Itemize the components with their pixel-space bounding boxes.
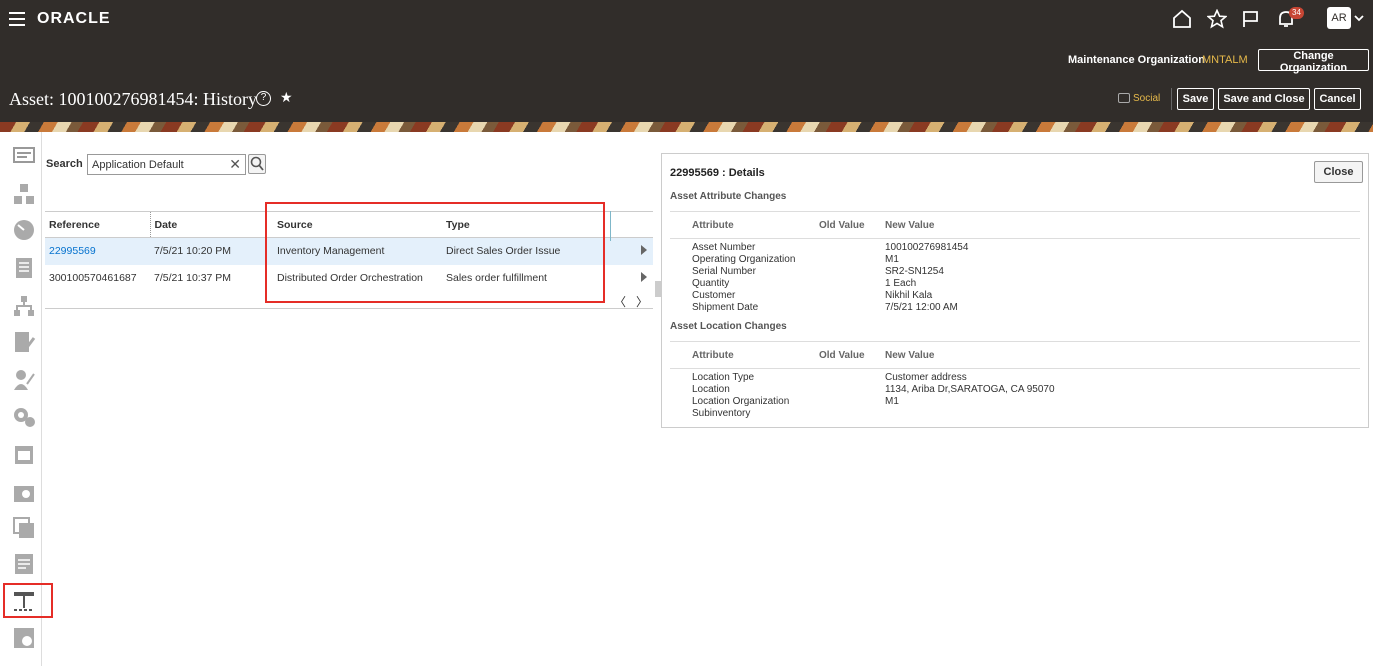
social-icon [1118,93,1130,104]
divider [670,341,1360,342]
location-attribute-name: Location [692,384,730,395]
help-icon[interactable]: ? [256,91,271,106]
save-button[interactable]: Save [1177,88,1214,110]
attribute-column-header: Attribute [692,350,734,361]
attribute-name: Asset Number [692,242,756,253]
page-title-asset: Asset: 100100276981454: [9,89,199,109]
structure-icon[interactable] [12,182,36,206]
details-title: 22995569 : Details [670,167,765,179]
save-and-close-button[interactable]: Save and Close [1218,88,1310,110]
old-value-column-header: Old Value [819,350,865,361]
attribute-new-value: 1 Each [885,278,917,289]
work-orders-icon[interactable] [12,368,36,392]
maintenance-org-value: MNTALM [1202,54,1248,66]
attribute-new-value: Nikhil Kala [885,290,933,301]
highlight-source-type-box [265,202,605,303]
attribute-new-value: M1 [885,254,899,265]
attribute-new-value: 7/5/21 12:00 AM [885,302,958,313]
copies-icon[interactable] [12,516,36,540]
page-title: Asset: 100100276981454: History [9,89,257,110]
oracle-logo: ORACLE [37,10,111,27]
details-panel: 22995569 : Details Close Asset Attribute… [661,153,1369,428]
attribute-name: Serial Number [692,266,756,277]
maintenance-org-label: Maintenance Organization [1068,54,1205,66]
settings-gears-icon[interactable] [12,404,36,428]
camera-icon[interactable] [12,480,36,504]
close-button[interactable]: Close [1314,161,1363,183]
table-bottom-border [45,308,653,309]
meter-icon[interactable] [12,218,36,242]
attribute-column-header: Attribute [692,220,734,231]
location-attribute-name: Location Type [692,372,755,383]
date-cell: 7/5/21 10:20 PM [150,237,273,265]
notes-icon[interactable] [12,330,36,354]
column-date[interactable]: Date [150,211,273,238]
reference-link[interactable]: 22995569 [45,237,150,265]
attribute-new-value: SR2-SN1254 [885,266,944,277]
location-attribute-name: Subinventory [692,408,751,419]
column-reference[interactable]: Reference [45,211,151,238]
analytics-icon[interactable] [12,626,36,650]
divider [670,368,1360,369]
attribute-name: Quantity [692,278,730,289]
location-new-value: Customer address [885,372,967,383]
row-expand-arrow-icon[interactable] [641,245,647,255]
change-organization-button[interactable]: Change Organization [1258,49,1369,74]
search-input[interactable] [88,155,223,174]
attribute-name: Customer [692,290,736,301]
notification-count-badge: 34 [1289,7,1304,19]
global-header: ORACLE 34 AR Maintenance Organization MN… [0,0,1373,122]
location-new-value: 1134, Ariba Dr,SARATOGA, CA 95070 [885,384,1055,395]
reference-cell: 300100570461687 [49,272,137,284]
social-link[interactable]: Social [1118,93,1160,104]
location-attribute-name: Location Organization [692,396,790,407]
hierarchy-icon[interactable] [12,294,36,318]
divider [670,211,1360,212]
favorite-star-icon[interactable]: ★ [280,89,293,106]
attribute-new-value: 100100276981454 [885,242,969,253]
saved-search-field[interactable]: ✕ [87,154,246,175]
location-new-value: M1 [885,396,899,407]
document-icon[interactable] [12,256,36,280]
search-icon [250,156,264,171]
watchlist-flag-icon[interactable] [1241,9,1261,29]
clear-icon[interactable]: ✕ [229,156,241,173]
decorative-banner [0,122,1373,132]
cancel-button[interactable]: Cancel [1314,88,1361,110]
date-cell: 7/5/21 10:37 PM [154,272,232,284]
new-value-column-header: New Value [885,350,935,361]
attribute-name: Shipment Date [692,302,759,313]
divider [670,238,1360,239]
scroll-left-icon[interactable]: 〈 [614,295,626,309]
search-button[interactable] [248,154,266,174]
chevron-down-icon[interactable] [1354,14,1364,22]
row-expand-arrow-icon[interactable] [641,272,647,282]
page-title-history: History [203,89,258,109]
toolbar-divider [1171,88,1172,110]
selected-tab-highlight [3,583,53,618]
summary-icon[interactable] [12,144,36,168]
calendar-icon[interactable] [12,442,36,466]
column-resize-marker [610,211,611,241]
attribute-name: Operating Organization [692,254,796,265]
asset-attribute-changes-title: Asset Attribute Changes [670,191,787,202]
new-value-column-header: New Value [885,220,935,231]
user-avatar[interactable]: AR [1327,7,1351,29]
search-label: Search [46,158,83,170]
home-icon[interactable] [1172,9,1192,29]
scroll-right-icon[interactable]: 〉 [636,295,648,309]
social-label: Social [1133,93,1161,104]
list-icon[interactable] [12,552,36,576]
favorites-star-icon[interactable] [1207,9,1227,29]
asset-location-changes-title: Asset Location Changes [670,321,787,332]
navigator-menu-icon[interactable] [9,12,25,26]
old-value-column-header: Old Value [819,220,865,231]
